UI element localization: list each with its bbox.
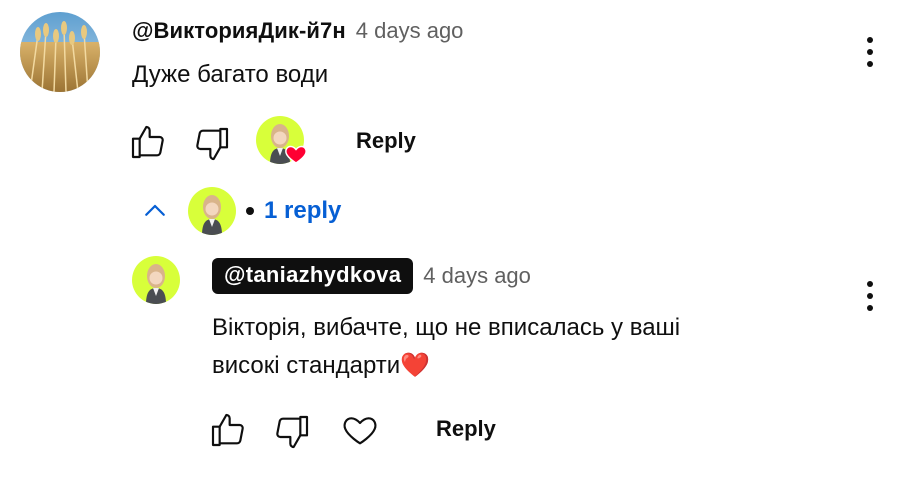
like-button[interactable]	[128, 122, 168, 162]
reply-heart-button[interactable]	[340, 410, 380, 450]
commenter-avatar[interactable]	[20, 12, 100, 92]
creator-heart-badge	[256, 116, 308, 168]
reply-author-tag[interactable]: @taniazhydkova	[212, 258, 414, 294]
replies-count-link[interactable]: 1 reply	[264, 197, 341, 225]
thumbs-down-icon	[196, 127, 229, 161]
replies-toggle[interactable]: 1 reply	[140, 186, 341, 236]
thumbs-down-icon	[276, 415, 309, 449]
reply-text-line-2: високі стандарти❤️	[212, 352, 431, 379]
creator-heart-icon	[285, 145, 307, 164]
reply-menu-button[interactable]	[858, 276, 882, 316]
comment-timestamp[interactable]: 4 days ago	[356, 18, 464, 44]
thumbs-up-icon	[131, 125, 164, 159]
reply-author-avatar[interactable]	[132, 256, 180, 304]
comment-author[interactable]: @ВикторияДик-й7н	[132, 18, 346, 44]
dislike-button[interactable]	[192, 124, 232, 164]
thumbs-up-icon	[211, 413, 244, 447]
reply-like-button[interactable]	[208, 410, 248, 450]
reply-timestamp[interactable]: 4 days ago	[423, 263, 531, 289]
comment-menu-button[interactable]	[858, 32, 882, 72]
more-vert-icon	[867, 37, 873, 43]
heart-outline-icon	[343, 417, 377, 445]
more-vert-icon	[867, 281, 873, 287]
chevron-up-icon	[145, 204, 165, 216]
comment-text: Дуже багато води	[132, 61, 329, 88]
dot-separator	[246, 207, 254, 215]
reply-reply-button[interactable]: Reply	[436, 416, 496, 442]
reply-dislike-button[interactable]	[272, 412, 312, 452]
comment-reply-button[interactable]: Reply	[356, 128, 416, 154]
reply-preview-avatar	[188, 187, 236, 235]
reply-text-line-1: Вікторія, вибачте, що не вписалась у ваш…	[212, 314, 681, 341]
